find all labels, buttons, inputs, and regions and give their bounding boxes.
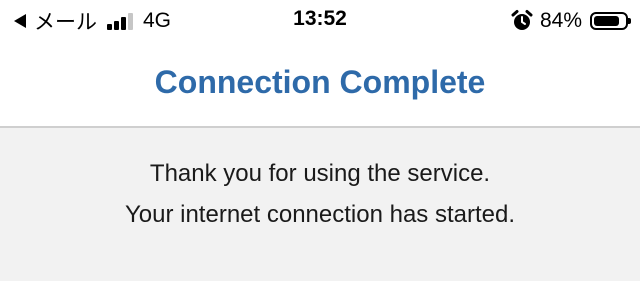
battery-icon [590, 12, 631, 30]
battery-fill [594, 16, 620, 26]
battery-tip [628, 18, 631, 24]
page-title: Connection Complete [154, 64, 486, 100]
confirmation-message: Thank you for using the service. Your in… [0, 153, 640, 235]
header-divider [0, 126, 640, 128]
message-line-1: Thank you for using the service. [149, 160, 491, 187]
status-bar: メール 4G 13:52 84% [0, 0, 640, 42]
status-right: 84% [510, 7, 631, 35]
page-header-area: メール 4G 13:52 84% Connection Complete [0, 0, 640, 127]
battery-percent: 84% [539, 9, 582, 32]
alarm-icon [511, 10, 533, 30]
message-line-2: Your internet connection has started. [124, 201, 516, 228]
